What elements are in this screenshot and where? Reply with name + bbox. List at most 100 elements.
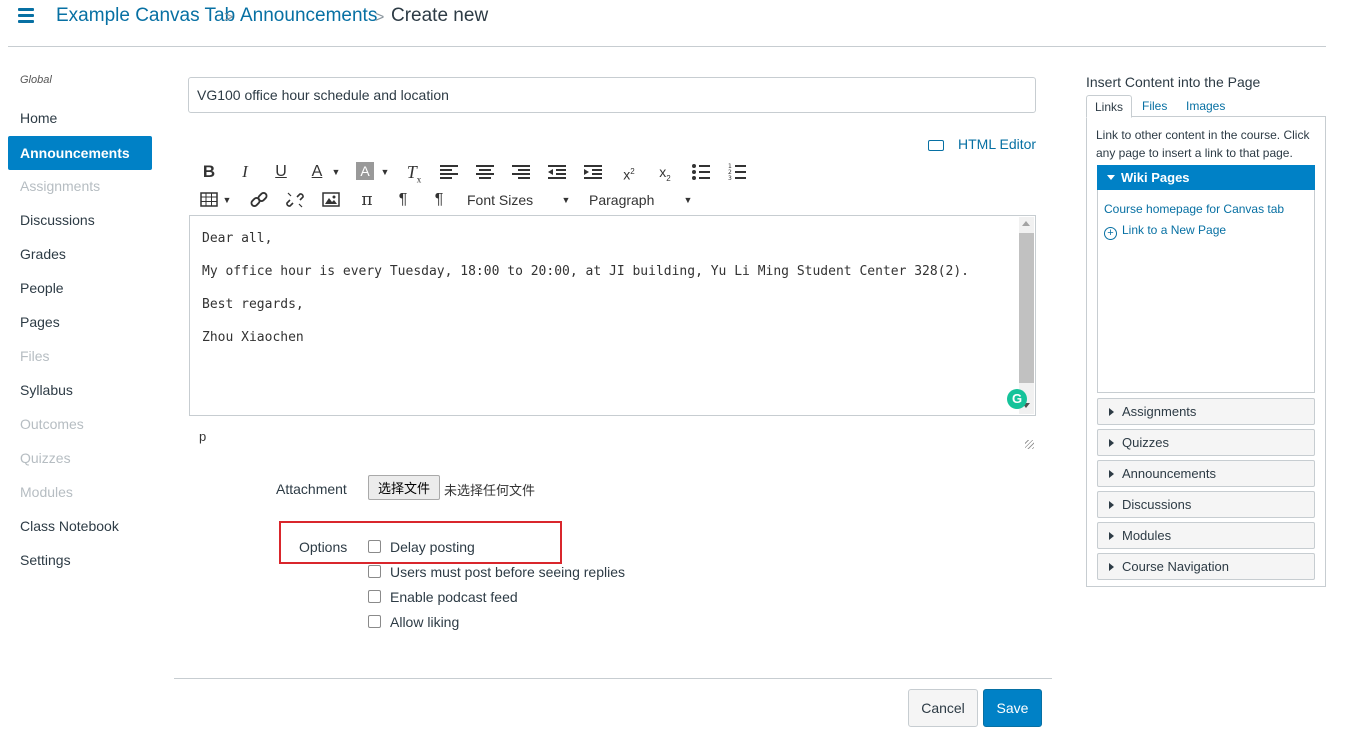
section-discussions[interactable]: Discussions xyxy=(1097,491,1315,518)
paragraph-dropdown-icon[interactable]: ▼ xyxy=(683,190,693,210)
nav-item-syllabus[interactable]: Syllabus xyxy=(20,380,73,400)
section-quizzes[interactable]: Quizzes xyxy=(1097,429,1315,456)
editor-paragraph: My office hour is every Tuesday, 18:00 t… xyxy=(202,264,970,279)
element-path-indicator: p xyxy=(199,429,207,444)
breadcrumb-announcements[interactable]: Announcements xyxy=(240,4,377,28)
section-modules[interactable]: Modules xyxy=(1097,522,1315,549)
background-color-dropdown-icon[interactable]: ▼ xyxy=(380,162,390,182)
background-color-icon[interactable]: A xyxy=(356,162,374,180)
italic-icon[interactable]: I xyxy=(236,162,254,182)
editor-scrollbar-thumb[interactable] xyxy=(1019,233,1034,383)
nav-section-label: Global xyxy=(20,74,52,86)
unlink-icon[interactable] xyxy=(286,191,304,211)
section-label: Announcements xyxy=(1122,466,1216,481)
attachment-label: Attachment xyxy=(276,481,347,497)
nav-item-class-notebook[interactable]: Class Notebook xyxy=(20,516,119,536)
nav-item-announcements[interactable]: Announcements xyxy=(8,136,152,170)
nav-item-people[interactable]: People xyxy=(20,278,64,298)
chevron-right-icon xyxy=(1109,501,1114,509)
font-sizes-dropdown-icon[interactable]: ▼ xyxy=(561,190,571,210)
cancel-button[interactable]: Cancel xyxy=(908,689,978,727)
table-dropdown-icon[interactable]: ▼ xyxy=(222,190,232,210)
tab-files[interactable]: Files xyxy=(1134,95,1175,117)
options-label: Options xyxy=(299,539,348,555)
nav-item-grades[interactable]: Grades xyxy=(20,244,66,264)
breadcrumb-separator: > xyxy=(375,9,385,26)
content-panel-title: Insert Content into the Page xyxy=(1086,74,1261,90)
math-pi-icon[interactable]: π xyxy=(358,190,376,210)
new-page-link[interactable]: + Link to a New Page xyxy=(1104,223,1226,240)
section-announcements[interactable]: Announcements xyxy=(1097,460,1315,487)
image-icon[interactable] xyxy=(322,192,340,212)
course-homepage-link[interactable]: Course homepage for Canvas tab xyxy=(1104,202,1284,216)
superscript-icon[interactable]: x2 xyxy=(620,162,638,183)
checkbox-icon[interactable] xyxy=(368,565,381,579)
tab-images[interactable]: Images xyxy=(1178,95,1233,117)
title-input[interactable] xyxy=(188,77,1036,113)
underline-icon[interactable]: U xyxy=(272,162,290,182)
file-status-text: 未选择任何文件 xyxy=(444,484,536,499)
ltr-direction-icon[interactable]: ¶ xyxy=(394,190,412,210)
nav-item-outcomes: Outcomes xyxy=(20,416,84,432)
chevron-right-icon xyxy=(1109,563,1114,571)
indent-icon[interactable] xyxy=(584,164,602,184)
checkbox-icon[interactable] xyxy=(368,590,381,604)
chevron-down-icon xyxy=(1107,175,1115,180)
paragraph-select[interactable]: Paragraph xyxy=(589,190,669,210)
bold-icon[interactable]: B xyxy=(200,162,218,182)
wiki-pages-panel xyxy=(1097,165,1315,393)
choose-file-button[interactable]: 选择文件 xyxy=(368,475,440,500)
option-label: Allow liking xyxy=(390,614,460,630)
delay-posting-checkbox[interactable]: Delay posting xyxy=(368,538,475,556)
footer-divider xyxy=(174,678,1052,679)
editor-paragraph: Dear all, xyxy=(202,231,273,246)
font-sizes-select[interactable]: Font Sizes xyxy=(467,190,547,210)
hamburger-menu-icon[interactable] xyxy=(18,8,34,24)
keyboard-icon xyxy=(928,139,944,151)
chevron-right-icon xyxy=(1109,532,1114,540)
checkbox-icon[interactable] xyxy=(368,540,381,554)
links-description: Link to other content in the course. Cli… xyxy=(1096,128,1310,160)
section-label: Quizzes xyxy=(1122,435,1169,450)
clear-formatting-icon[interactable]: Tx xyxy=(404,162,424,185)
align-left-icon[interactable] xyxy=(440,164,458,184)
nav-item-pages[interactable]: Pages xyxy=(20,312,60,332)
breadcrumb-course[interactable]: Example Canvas Tab xyxy=(56,4,235,28)
scroll-up-arrow-icon[interactable] xyxy=(1022,221,1030,226)
html-editor-label: HTML Editor xyxy=(958,136,1037,152)
rich-text-editor[interactable]: Dear all, My office hour is every Tuesda… xyxy=(189,215,1036,416)
bullet-list-icon[interactable] xyxy=(692,163,710,183)
resize-handle-icon[interactable] xyxy=(1025,440,1034,449)
checkbox-icon[interactable] xyxy=(368,615,381,629)
section-assignments[interactable]: Assignments xyxy=(1097,398,1315,425)
outdent-icon[interactable] xyxy=(548,164,566,184)
html-editor-link[interactable]: HTML Editor xyxy=(928,136,1036,152)
grammarly-icon[interactable]: G xyxy=(1007,389,1027,409)
subscript-icon[interactable]: x2 xyxy=(656,162,674,183)
allow-liking-checkbox[interactable]: Allow liking xyxy=(368,613,459,631)
option-label: Delay posting xyxy=(390,539,475,555)
align-right-icon[interactable] xyxy=(512,164,530,184)
align-center-icon[interactable] xyxy=(476,164,494,184)
nav-item-discussions[interactable]: Discussions xyxy=(20,210,95,230)
podcast-feed-checkbox[interactable]: Enable podcast feed xyxy=(368,588,518,606)
nav-item-settings[interactable]: Settings xyxy=(20,550,71,570)
numbered-list-icon[interactable]: 123 xyxy=(728,163,746,183)
nav-item-quizzes: Quizzes xyxy=(20,450,71,466)
post-before-replies-checkbox[interactable]: Users must post before seeing replies xyxy=(368,563,625,581)
section-label: Course Navigation xyxy=(1122,559,1229,574)
nav-item-home[interactable]: Home xyxy=(20,108,57,128)
editor-paragraph: Best regards, xyxy=(202,297,304,312)
wiki-pages-header[interactable]: Wiki Pages xyxy=(1097,165,1315,190)
save-button[interactable]: Save xyxy=(983,689,1042,727)
breadcrumb-current: Create new xyxy=(391,5,489,26)
section-course-navigation[interactable]: Course Navigation xyxy=(1097,553,1315,580)
rtl-direction-icon[interactable]: ¶ xyxy=(430,190,448,210)
text-color-icon[interactable]: A xyxy=(308,162,326,182)
link-icon[interactable] xyxy=(250,191,268,211)
table-icon[interactable] xyxy=(200,192,218,212)
tab-links[interactable]: Links xyxy=(1086,95,1133,118)
option-label: Users must post before seeing replies xyxy=(390,564,625,580)
svg-text:3: 3 xyxy=(728,175,732,182)
text-color-dropdown-icon[interactable]: ▼ xyxy=(331,162,341,182)
